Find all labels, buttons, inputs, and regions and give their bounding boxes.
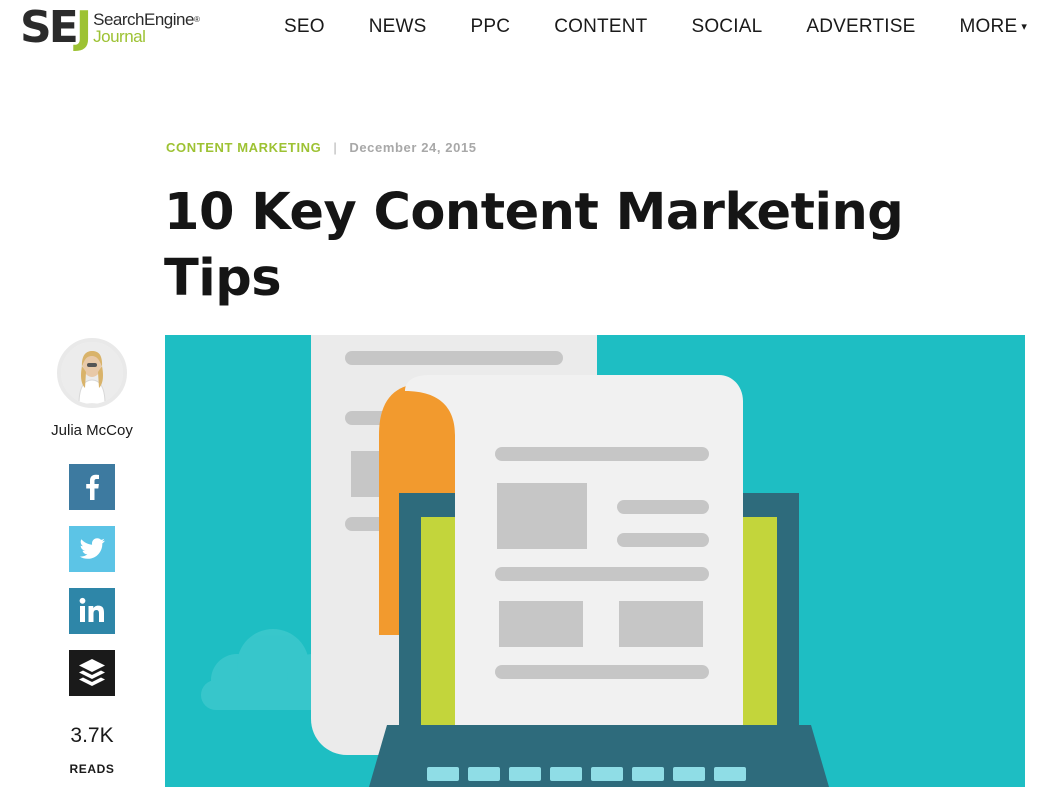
author-name[interactable]: Julia McCoy <box>40 422 144 439</box>
site-logo[interactable]: SEJ SearchEngine® Journal <box>20 4 255 52</box>
logo-wordmark: SearchEngine® Journal <box>93 10 200 46</box>
nav-more-label: MORE <box>959 16 1018 37</box>
share-buffer-button[interactable] <box>69 650 115 696</box>
nav-item-advertise[interactable]: ADVERTISE <box>784 16 937 38</box>
chevron-down-icon: ▾ <box>1021 21 1028 34</box>
meta-separator: | <box>333 140 338 155</box>
site-header: SEJ SearchEngine® Journal SEO NEWS PPC C… <box>0 0 1037 56</box>
twitter-icon <box>79 538 105 559</box>
main-nav: SEO NEWS PPC CONTENT SOCIAL ADVERTISE MO… <box>262 12 1037 42</box>
nav-item-more[interactable]: MORE ▾ <box>938 16 1037 38</box>
nav-item-ppc[interactable]: PPC <box>449 16 533 38</box>
featured-image <box>165 335 1025 787</box>
nav-item-news[interactable]: NEWS <box>347 16 449 38</box>
category-link[interactable]: CONTENT MARKETING <box>166 140 321 155</box>
buffer-icon <box>79 659 105 686</box>
logo-mark: SEJ <box>20 2 92 53</box>
article-meta: CONTENT MARKETING | December 24, 2015 <box>166 140 477 155</box>
nav-item-social[interactable]: SOCIAL <box>669 16 784 38</box>
nav-item-content[interactable]: CONTENT <box>532 16 669 38</box>
share-twitter-button[interactable] <box>69 526 115 572</box>
nav-item-seo[interactable]: SEO <box>262 16 347 38</box>
article-title: 10 Key Content Marketing Tips <box>164 183 904 308</box>
publish-date: December 24, 2015 <box>349 140 477 155</box>
author-avatar[interactable] <box>57 338 127 408</box>
reads-label: READS <box>69 762 115 776</box>
reads-count: 3.7K <box>70 724 114 747</box>
content-laptop-illustration <box>201 335 829 787</box>
facebook-icon <box>86 474 99 500</box>
linkedin-icon <box>79 597 104 622</box>
share-facebook-button[interactable] <box>69 464 115 510</box>
share-linkedin-button[interactable] <box>69 588 115 634</box>
